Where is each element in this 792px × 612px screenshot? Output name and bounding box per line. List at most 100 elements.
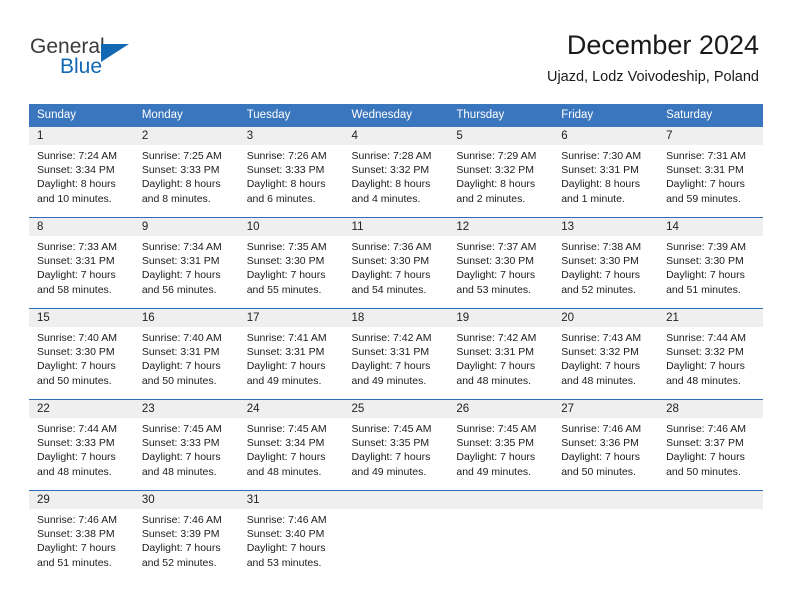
day-cell[interactable]: 17 Sunrise: 7:41 AM Sunset: 3:31 PM Dayligh… bbox=[238, 308, 344, 400]
day-number: 29 bbox=[29, 491, 134, 509]
day-cell[interactable]: 13 Sunrise: 7:38 AM Sunset: 3:30 PM Dayligh… bbox=[553, 217, 659, 309]
sunrise-text: Sunrise: 7:46 AM bbox=[37, 514, 117, 526]
day-number bbox=[343, 491, 449, 509]
day-number: 27 bbox=[553, 400, 659, 418]
day-details: Sunrise: 7:44 AM Sunset: 3:32 PM Daylight:… bbox=[658, 327, 763, 388]
daylight-text-line1: Daylight: 7 hours bbox=[141, 542, 221, 555]
week-row: 15 Sunrise: 7:40 AM Sunset: 3:30 PM Dayligh… bbox=[29, 308, 763, 400]
daylight-text-line2: and 2 minutes. bbox=[456, 192, 526, 205]
day-details: Sunrise: 7:33 AM Sunset: 3:31 PM Daylight:… bbox=[29, 236, 134, 297]
day-cell[interactable]: 14 Sunrise: 7:39 AM Sunset: 3:30 PM Dayligh… bbox=[658, 217, 763, 309]
sunset-text: Sunset: 3:32 PM bbox=[561, 346, 639, 359]
day-cell-empty bbox=[448, 490, 554, 581]
sunset-text: Sunset: 3:37 PM bbox=[666, 437, 744, 450]
general-blue-logo[interactable]: General Blue bbox=[30, 36, 210, 88]
day-cell[interactable]: 15 Sunrise: 7:40 AM Sunset: 3:30 PM Dayligh… bbox=[29, 308, 134, 400]
day-number: 28 bbox=[658, 400, 763, 418]
sunrise-text: Sunrise: 7:35 AM bbox=[246, 241, 327, 253]
week-row: 22 Sunrise: 7:44 AM Sunset: 3:33 PM Dayligh… bbox=[29, 399, 763, 491]
day-cell[interactable]: 10 Sunrise: 7:35 AM Sunset: 3:30 PM Dayligh… bbox=[238, 217, 344, 309]
daylight-text-line1: Daylight: 7 hours bbox=[246, 451, 326, 464]
day-details: Sunrise: 7:45 AM Sunset: 3:33 PM Daylight:… bbox=[134, 418, 239, 479]
daylight-text-line2: and 53 minutes. bbox=[456, 283, 532, 296]
sunrise-text: Sunrise: 7:40 AM bbox=[37, 332, 117, 344]
day-number: 20 bbox=[553, 309, 659, 327]
weekday-header-sunday: Sunday bbox=[29, 104, 134, 127]
sunrise-text: Sunrise: 7:45 AM bbox=[351, 423, 432, 435]
day-cell[interactable]: 30 Sunrise: 7:46 AM Sunset: 3:39 PM Dayligh… bbox=[133, 490, 239, 581]
logo-text-blue: Blue bbox=[60, 55, 103, 78]
sunrise-text: Sunrise: 7:46 AM bbox=[246, 514, 327, 526]
daylight-text-line2: and 50 minutes. bbox=[666, 465, 741, 478]
calendar-table: Sunday Monday Tuesday Wednesday Thursday… bbox=[29, 104, 763, 581]
day-cell[interactable]: 29 Sunrise: 7:46 AM Sunset: 3:38 PM Dayligh… bbox=[29, 490, 134, 581]
daylight-text-line2: and 53 minutes. bbox=[246, 556, 322, 569]
daylight-text-line1: Daylight: 7 hours bbox=[561, 360, 641, 373]
page-subtitle: Ujazd, Lodz Voivodeship, Poland bbox=[546, 69, 759, 85]
day-cell[interactable]: 28 Sunrise: 7:46 AM Sunset: 3:37 PM Dayligh… bbox=[658, 399, 763, 491]
daylight-text-line2: and 1 minute. bbox=[561, 192, 625, 205]
day-cell[interactable]: 31 Sunrise: 7:46 AM Sunset: 3:40 PM Dayligh… bbox=[238, 490, 344, 581]
day-cell[interactable]: 24 Sunrise: 7:45 AM Sunset: 3:34 PM Dayligh… bbox=[238, 399, 344, 491]
daylight-text-line1: Daylight: 7 hours bbox=[246, 269, 326, 282]
day-cell[interactable]: 18 Sunrise: 7:42 AM Sunset: 3:31 PM Dayligh… bbox=[343, 308, 449, 400]
day-cell[interactable]: 5 Sunrise: 7:29 AM Sunset: 3:32 PM Daylight… bbox=[448, 127, 554, 218]
triangle-icon bbox=[101, 44, 129, 62]
day-number: 6 bbox=[553, 127, 659, 145]
week-row: 1 Sunrise: 7:24 AM Sunset: 3:34 PM Daylight… bbox=[29, 127, 763, 218]
day-cell[interactable]: 25 Sunrise: 7:45 AM Sunset: 3:35 PM Dayligh… bbox=[343, 399, 449, 491]
page-header: General Blue December 2024 Ujazd, Lodz V… bbox=[0, 0, 792, 100]
day-cell[interactable]: 27 Sunrise: 7:46 AM Sunset: 3:36 PM Dayligh… bbox=[553, 399, 659, 491]
day-cell[interactable]: 21 Sunrise: 7:44 AM Sunset: 3:32 PM Dayligh… bbox=[658, 308, 763, 400]
day-cell[interactable]: 7 Sunrise: 7:31 AM Sunset: 3:31 PM Daylight… bbox=[658, 127, 763, 218]
weekday-header-saturday: Saturday bbox=[658, 104, 763, 127]
day-cell[interactable]: 23 Sunrise: 7:45 AM Sunset: 3:33 PM Dayligh… bbox=[133, 399, 239, 491]
day-number: 4 bbox=[343, 127, 449, 145]
daylight-text-line2: and 49 minutes. bbox=[246, 374, 322, 387]
day-number: 15 bbox=[29, 309, 134, 327]
day-details: Sunrise: 7:37 AM Sunset: 3:30 PM Daylight:… bbox=[448, 236, 553, 297]
day-cell[interactable]: 20 Sunrise: 7:43 AM Sunset: 3:32 PM Dayligh… bbox=[553, 308, 659, 400]
day-number: 5 bbox=[448, 127, 554, 145]
day-number: 3 bbox=[238, 127, 344, 145]
day-cell[interactable]: 16 Sunrise: 7:40 AM Sunset: 3:31 PM Dayligh… bbox=[133, 308, 239, 400]
day-cell[interactable]: 26 Sunrise: 7:45 AM Sunset: 3:35 PM Dayligh… bbox=[448, 399, 554, 491]
daylight-text-line1: Daylight: 8 hours bbox=[561, 178, 641, 191]
day-cell[interactable]: 12 Sunrise: 7:37 AM Sunset: 3:30 PM Dayligh… bbox=[448, 217, 554, 309]
day-details: Sunrise: 7:29 AM Sunset: 3:32 PM Daylight:… bbox=[448, 145, 553, 206]
day-cell[interactable]: 9 Sunrise: 7:34 AM Sunset: 3:31 PM Daylight… bbox=[133, 217, 239, 309]
day-cell[interactable]: 2 Sunrise: 7:25 AM Sunset: 3:33 PM Daylight… bbox=[133, 127, 239, 218]
daylight-text-line1: Daylight: 7 hours bbox=[666, 451, 745, 464]
day-cell[interactable]: 8 Sunrise: 7:33 AM Sunset: 3:31 PM Daylight… bbox=[29, 217, 134, 309]
day-number bbox=[658, 491, 763, 509]
calendar-body: 1 Sunrise: 7:24 AM Sunset: 3:34 PM Daylight… bbox=[29, 127, 763, 581]
day-number: 30 bbox=[133, 491, 239, 509]
sunset-text: Sunset: 3:30 PM bbox=[37, 346, 115, 359]
day-cell[interactable]: 4 Sunrise: 7:28 AM Sunset: 3:32 PM Daylight… bbox=[343, 127, 449, 218]
day-details bbox=[344, 509, 449, 513]
day-details: Sunrise: 7:28 AM Sunset: 3:32 PM Daylight:… bbox=[344, 145, 449, 206]
daylight-text-line2: and 52 minutes. bbox=[561, 283, 636, 296]
day-cell[interactable]: 6 Sunrise: 7:30 AM Sunset: 3:31 PM Daylight… bbox=[553, 127, 659, 218]
day-cell[interactable]: 1 Sunrise: 7:24 AM Sunset: 3:34 PM Daylight… bbox=[29, 127, 134, 218]
day-number: 31 bbox=[238, 491, 344, 509]
daylight-text-line1: Daylight: 7 hours bbox=[141, 269, 221, 282]
day-cell[interactable]: 22 Sunrise: 7:44 AM Sunset: 3:33 PM Dayligh… bbox=[29, 399, 134, 491]
day-details: Sunrise: 7:40 AM Sunset: 3:31 PM Daylight:… bbox=[134, 327, 239, 388]
day-number: 12 bbox=[448, 218, 554, 236]
sunset-text: Sunset: 3:35 PM bbox=[456, 437, 535, 450]
day-cell[interactable]: 11 Sunrise: 7:36 AM Sunset: 3:30 PM Dayligh… bbox=[343, 217, 449, 309]
day-number: 26 bbox=[448, 400, 554, 418]
sunrise-text: Sunrise: 7:25 AM bbox=[141, 150, 222, 162]
day-cell[interactable]: 19 Sunrise: 7:42 AM Sunset: 3:31 PM Dayligh… bbox=[448, 308, 554, 400]
sunrise-text: Sunrise: 7:29 AM bbox=[456, 150, 537, 162]
day-details: Sunrise: 7:46 AM Sunset: 3:40 PM Daylight:… bbox=[239, 509, 344, 570]
day-cell[interactable]: 3 Sunrise: 7:26 AM Sunset: 3:33 PM Daylight… bbox=[238, 127, 344, 218]
day-details: Sunrise: 7:41 AM Sunset: 3:31 PM Daylight:… bbox=[239, 327, 344, 388]
calendar-grid: Sunday Monday Tuesday Wednesday Thursday… bbox=[29, 104, 763, 581]
sunset-text: Sunset: 3:32 PM bbox=[351, 164, 430, 177]
day-details: Sunrise: 7:31 AM Sunset: 3:31 PM Daylight:… bbox=[658, 145, 763, 206]
day-details: Sunrise: 7:36 AM Sunset: 3:30 PM Daylight:… bbox=[344, 236, 449, 297]
weekday-header-wednesday: Wednesday bbox=[343, 104, 449, 127]
day-details: Sunrise: 7:46 AM Sunset: 3:36 PM Daylight:… bbox=[553, 418, 658, 479]
